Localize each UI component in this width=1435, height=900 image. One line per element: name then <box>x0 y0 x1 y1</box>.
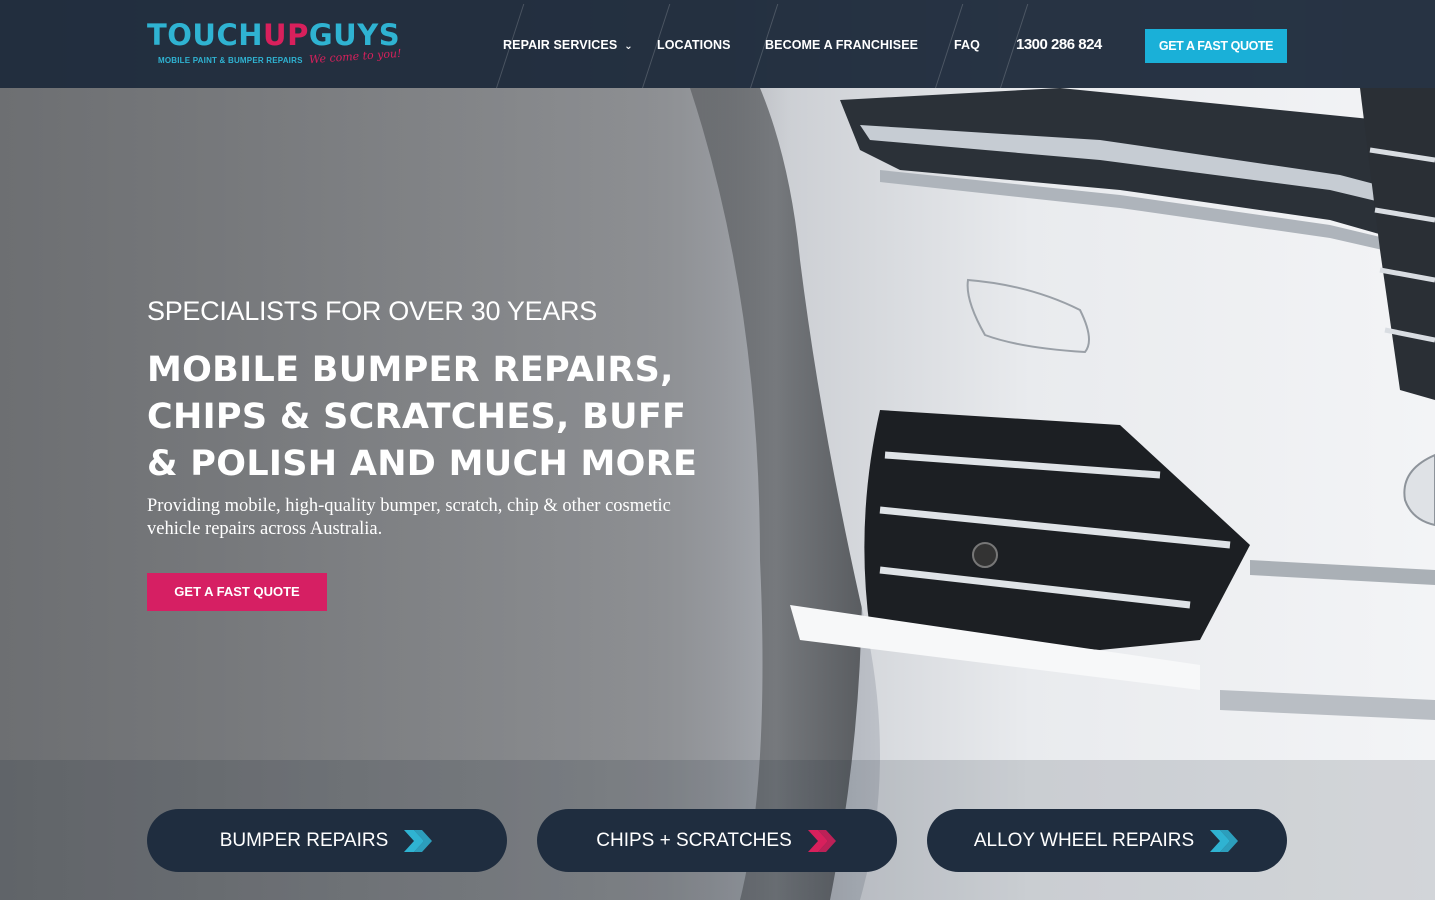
header-quote-button[interactable]: GET A FAST QUOTE <box>1145 29 1287 63</box>
hero-headline-line: CHIPS & SCRATCHES, BUFF <box>147 397 687 437</box>
service-chips-scratches-button[interactable]: CHIPS + SCRATCHES <box>537 809 897 872</box>
nav-item-locations[interactable]: LOCATIONS <box>657 38 731 52</box>
service-alloy-wheel-repairs-button[interactable]: ALLOY WHEEL REPAIRS <box>927 809 1287 872</box>
nav-item-become-franchisee[interactable]: BECOME A FRANCHISEE <box>765 38 918 52</box>
hero-eyebrow: SPECIALISTS FOR OVER 30 YEARS <box>147 296 597 326</box>
chevron-down-icon: ⌄ <box>624 41 633 52</box>
service-label: CHIPS + SCRATCHES <box>596 829 792 851</box>
service-label: ALLOY WHEEL REPAIRS <box>973 829 1195 851</box>
nav-item-repair-services[interactable]: REPAIR SERVICES ⌄ <box>503 38 633 52</box>
service-label: BUMPER REPAIRS <box>219 829 389 851</box>
nav-phone-number[interactable]: 1300 286 824 <box>1016 36 1102 53</box>
site-header: TOUCHUPGUYS MOBILE PAINT & BUMPER REPAIR… <box>0 0 1435 88</box>
hero-quote-button[interactable]: GET A FAST QUOTE <box>147 573 327 611</box>
logo-subtitle: MOBILE PAINT & BUMPER REPAIRS <box>158 56 303 65</box>
hero-headline-line: MOBILE BUMPER REPAIRS, <box>147 350 674 390</box>
site-logo[interactable]: TOUCHUPGUYS MOBILE PAINT & BUMPER REPAIR… <box>147 18 417 74</box>
double-chevron-right-icon <box>807 829 836 852</box>
logo-wordmark: TOUCHUPGUYS <box>147 18 401 52</box>
hero-headline: MOBILE BUMPER REPAIRS, CHIPS & SCRATCHES… <box>147 347 717 488</box>
hero-headline-line: & POLISH AND MUCH MORE <box>147 444 698 484</box>
double-chevron-right-icon <box>1210 829 1239 852</box>
hero-description: Providing mobile, high-quality bumper, s… <box>147 496 671 539</box>
nav-item-faq[interactable]: FAQ <box>954 38 980 52</box>
double-chevron-right-icon <box>404 829 433 852</box>
service-bumper-repairs-button[interactable]: BUMPER REPAIRS <box>147 809 507 872</box>
nav-item-label: REPAIR SERVICES <box>503 38 618 52</box>
